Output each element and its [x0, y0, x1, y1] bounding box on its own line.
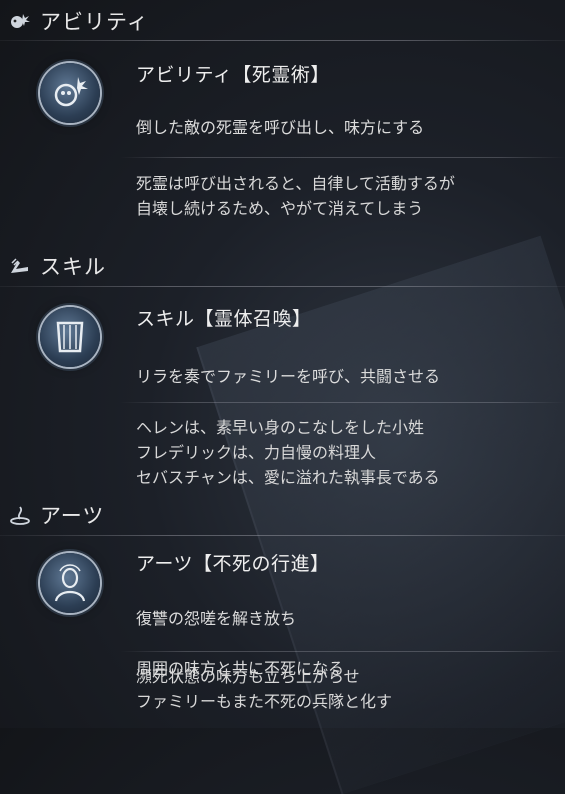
divider [120, 157, 565, 158]
section-divider [0, 40, 565, 41]
section-header-skill: スキル [6, 251, 106, 281]
ability-flavor-text: 死霊は呼び出されると、自律して活動するが 自壊し続けるため、やがて消えてしまう [136, 174, 455, 218]
ability-title: アビリティ【死霊術】 [136, 64, 330, 86]
section-divider [0, 286, 565, 287]
divider [120, 402, 565, 403]
necromancy-emblem-icon [40, 63, 100, 123]
ability-description: 倒した敵の死霊を呼び出し、味方にする [136, 118, 425, 137]
section-title: アビリティ [40, 10, 149, 34]
lyre-emblem-icon [40, 307, 100, 367]
section-title: アーツ [40, 504, 105, 528]
skill-icon [6, 254, 34, 278]
skill-flavor-text: ヘレンは、素早い身のこなしをした小姓 フレデリックは、力自慢の料理人 セバスチャ… [136, 418, 440, 487]
arts-flavor-text: 瀕死状態の味方も立ち上がらせ ファミリーもまた不死の兵隊と化す [136, 667, 393, 711]
arts-icon [6, 503, 34, 527]
section-header-arts: アーツ [6, 500, 104, 530]
section-divider [0, 535, 565, 536]
section-title: スキル [40, 255, 106, 279]
skill-title: スキル【霊体召喚】 [136, 308, 312, 330]
undead-march-emblem-icon [40, 553, 100, 613]
ability-icon [6, 9, 34, 33]
divider [120, 651, 565, 652]
section-header-ability: アビリティ [6, 6, 149, 36]
arts-title: アーツ【不死の行進】 [136, 553, 330, 575]
